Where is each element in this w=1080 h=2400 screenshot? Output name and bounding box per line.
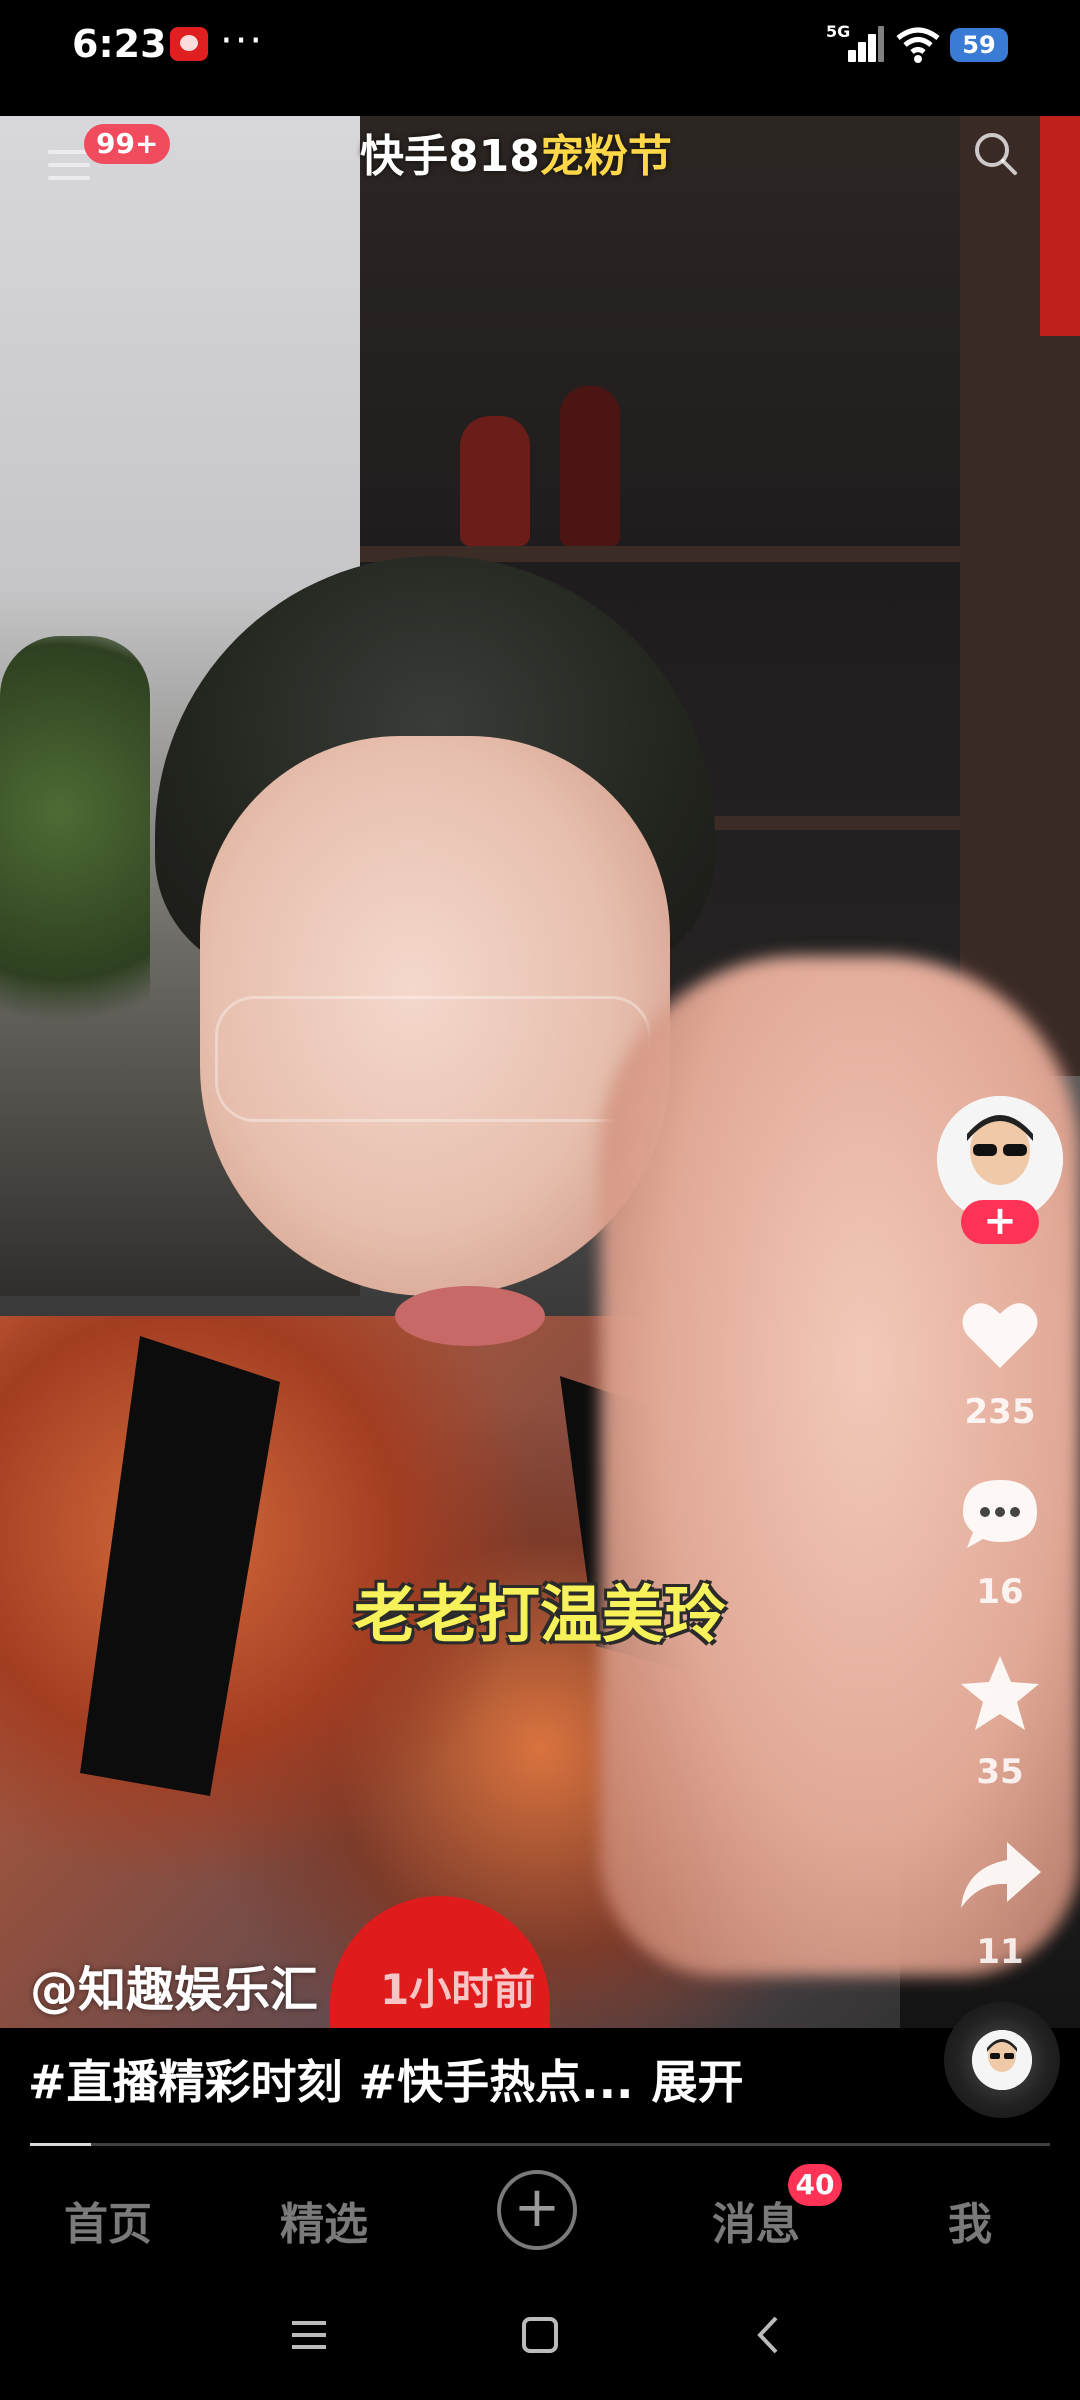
home-icon[interactable] — [515, 2310, 565, 2360]
music-disc-button[interactable] — [944, 2002, 1060, 2118]
video-progress-fill — [30, 2143, 92, 2146]
event-banner: 快手818宠粉节 — [360, 120, 672, 184]
description-text: #直播精彩时刻 #快手热点... — [28, 2055, 634, 2109]
post-description[interactable]: #直播精彩时刻 #快手热点... 展开 — [28, 2046, 744, 2112]
author-name[interactable]: @知趣娱乐汇 — [30, 1950, 318, 2020]
heart-icon — [962, 1303, 1038, 1368]
comment-icon — [963, 1480, 1037, 1548]
create-post-button[interactable]: + — [497, 2170, 577, 2250]
expand-button[interactable]: 展开 — [652, 2055, 744, 2109]
favorite-action[interactable]: 35 — [930, 1650, 1070, 1792]
status-bar: 6:23 ··· 5G 59 — [0, 0, 1080, 116]
share-action[interactable]: 11 — [930, 1830, 1070, 1972]
star-icon — [961, 1656, 1039, 1730]
banner-highlight: 818 — [448, 131, 540, 182]
favorite-count: 35 — [976, 1752, 1024, 1792]
like-action[interactable]: 235 — [930, 1290, 1070, 1432]
music-avatar-icon — [972, 2030, 1032, 2090]
menu-icon[interactable] — [48, 150, 90, 180]
wifi-icon — [896, 27, 940, 63]
nav-featured[interactable]: 精选 — [280, 2188, 368, 2252]
notification-badge: 99+ — [84, 124, 171, 164]
cell-signal-icon: 5G — [826, 22, 884, 64]
video-progress-bar[interactable] — [30, 2143, 1050, 2146]
post-time: 1小时前 — [380, 1965, 536, 2014]
video-subtitle: 老老打温美玲 — [353, 1578, 726, 1651]
back-icon[interactable] — [744, 2310, 794, 2360]
video-background-plant — [0, 636, 150, 1076]
more-notifications-icon: ··· — [220, 18, 265, 64]
like-count: 235 — [964, 1392, 1036, 1432]
search-icon[interactable] — [972, 130, 1018, 176]
share-count: 11 — [976, 1932, 1024, 1972]
recent-apps-icon[interactable] — [284, 2310, 334, 2360]
battery-indicator: 59 — [950, 28, 1008, 62]
messages-badge: 40 — [788, 2164, 842, 2206]
banner-suffix: 宠粉节 — [539, 131, 672, 182]
follow-button[interactable]: + — [961, 1200, 1039, 1244]
network-type-label: 5G — [826, 22, 851, 41]
comment-action[interactable]: 16 — [930, 1470, 1070, 1612]
status-time: 6:23 — [72, 22, 167, 66]
video-player[interactable] — [0, 116, 1080, 2028]
share-icon — [961, 1842, 1041, 1908]
comment-count: 16 — [976, 1572, 1024, 1612]
nav-messages[interactable]: 消息 — [712, 2188, 800, 2252]
nav-me[interactable]: 我 — [948, 2188, 992, 2252]
nav-home[interactable]: 首页 — [64, 2188, 152, 2252]
app-notification-icon — [170, 27, 208, 61]
banner-prefix: 快手 — [360, 131, 448, 182]
